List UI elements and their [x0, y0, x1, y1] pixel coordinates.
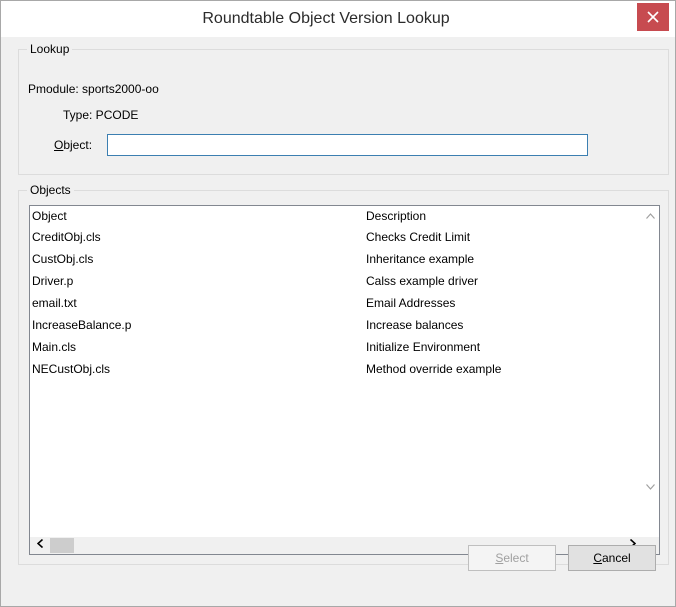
- object-name: IncreaseBalance.p: [32, 318, 132, 332]
- object-description: Email Addresses: [366, 296, 456, 310]
- object-name: CustObj.cls: [32, 252, 94, 266]
- object-label-text: bject:: [63, 138, 93, 152]
- type-label: Type: PCODE: [63, 108, 139, 122]
- object-name: CreditObj.cls: [32, 230, 101, 244]
- cancel-button[interactable]: Cancel: [568, 545, 656, 571]
- chevron-left-icon: [36, 538, 43, 551]
- chevron-down-icon: [646, 482, 655, 493]
- object-description: Calss example driver: [366, 274, 479, 288]
- select-button[interactable]: Select: [468, 545, 556, 571]
- vertical-scrollbar[interactable]: [642, 206, 659, 498]
- objects-group-label: Objects: [27, 183, 74, 197]
- chevron-up-icon: [646, 211, 655, 222]
- cancel-button-label: Cancel: [593, 551, 630, 565]
- list-item[interactable]: Main.cls Initialize Environment: [30, 336, 642, 358]
- object-field-label: Object:: [54, 138, 92, 152]
- list-item[interactable]: IncreaseBalance.p Increase balances: [30, 314, 642, 336]
- object-input[interactable]: [107, 134, 588, 156]
- list-rows: CreditObj.cls Checks Credit Limit CustOb…: [30, 226, 642, 380]
- object-description: Increase balances: [366, 318, 464, 332]
- object-label-mnemonic: O: [54, 138, 64, 152]
- dialog-client-area: Lookup Pmodule: sports2000-oo Type: PCOD…: [8, 37, 669, 598]
- close-icon: [647, 10, 659, 27]
- scroll-up-button[interactable]: [642, 208, 659, 225]
- list-item[interactable]: CustObj.cls Inheritance example: [30, 248, 642, 270]
- list-item[interactable]: NECustObj.cls Method override example: [30, 358, 642, 380]
- horizontal-scroll-thumb[interactable]: [50, 538, 74, 553]
- close-button[interactable]: [637, 3, 669, 31]
- object-description: Initialize Environment: [366, 340, 481, 354]
- object-name: NECustObj.cls: [32, 362, 111, 376]
- pmodule-label: Pmodule: sports2000-oo: [28, 82, 159, 96]
- column-header-description[interactable]: Description: [366, 206, 426, 226]
- object-description: Method override example: [366, 362, 502, 376]
- object-description: Checks Credit Limit: [366, 230, 471, 244]
- list-item[interactable]: Driver.p Calss example driver: [30, 270, 642, 292]
- title-bar[interactable]: Roundtable Object Version Lookup: [1, 1, 675, 37]
- select-button-label: Select: [495, 551, 528, 565]
- objects-list[interactable]: Object Description CreditObj.cls Checks …: [29, 205, 660, 555]
- scroll-left-button[interactable]: [31, 537, 48, 554]
- cancel-mnemonic: C: [593, 551, 602, 565]
- dialog-window: Roundtable Object Version Lookup Lookup …: [0, 0, 676, 607]
- cancel-label-text: ancel: [601, 551, 631, 565]
- list-item[interactable]: email.txt Email Addresses: [30, 292, 642, 314]
- column-header-object[interactable]: Object: [32, 206, 67, 226]
- lookup-group: Lookup Pmodule: sports2000-oo Type: PCOD…: [18, 42, 669, 175]
- window-title: Roundtable Object Version Lookup: [202, 10, 450, 27]
- scroll-down-button[interactable]: [642, 479, 659, 496]
- object-name: Main.cls: [32, 340, 77, 354]
- object-name: email.txt: [32, 296, 77, 310]
- select-label-text: elect: [503, 551, 529, 565]
- object-name: Driver.p: [32, 274, 74, 288]
- lookup-group-label: Lookup: [27, 42, 73, 56]
- list-header: Object Description: [30, 206, 642, 226]
- objects-group: Objects Object Description CreditObj.cls…: [18, 183, 669, 565]
- object-description: Inheritance example: [366, 252, 475, 266]
- list-item[interactable]: CreditObj.cls Checks Credit Limit: [30, 226, 642, 248]
